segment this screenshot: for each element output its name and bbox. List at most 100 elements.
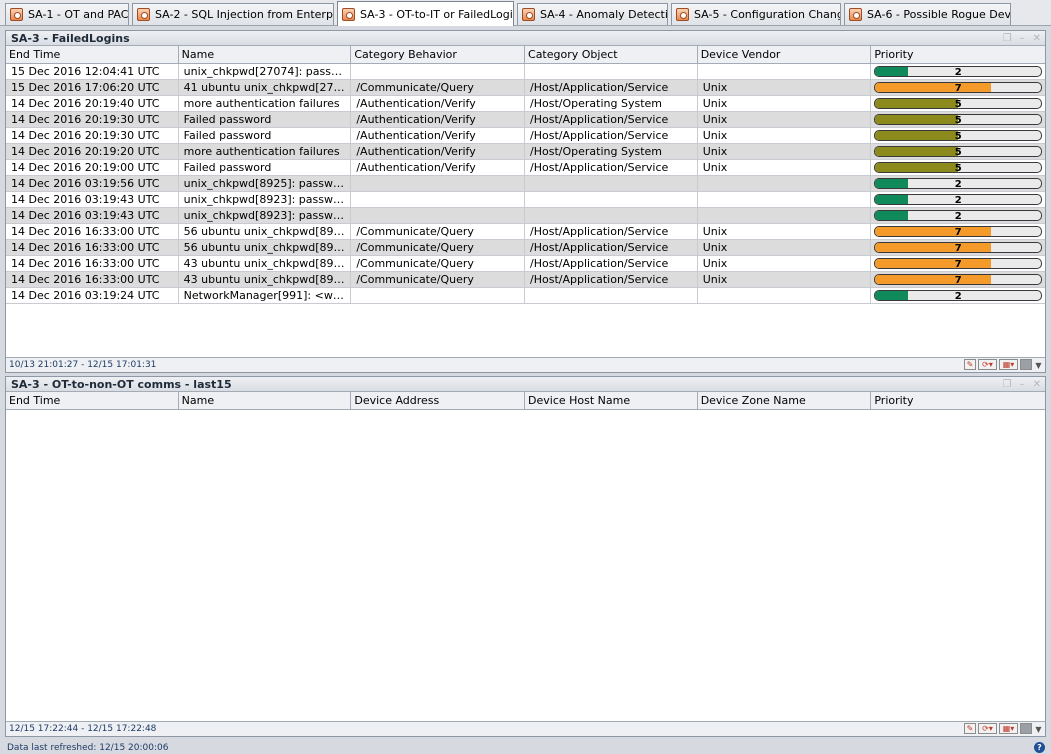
table-cell: 14 Dec 2016 16:33:00 UTC <box>6 224 179 239</box>
priority-bar: 5 <box>874 130 1043 141</box>
chevron-down-icon[interactable]: ▼ <box>1034 723 1043 734</box>
priority-bar: 2 <box>874 194 1043 205</box>
help-icon[interactable]: ? <box>1034 742 1045 753</box>
priority-cell: 2 <box>871 176 1045 191</box>
minimize-icon[interactable]: – <box>1020 31 1025 46</box>
table-cell: more authentication failures <box>179 96 352 111</box>
table-cell: Unix <box>698 128 872 143</box>
table-cell: /Host/Application/Service <box>525 240 698 255</box>
column-header[interactable]: Category Object <box>525 46 698 63</box>
refresh-menu-icon[interactable]: ⟳▾ <box>978 359 997 370</box>
column-header[interactable]: Device Host Name <box>525 392 698 409</box>
priority-cell: 5 <box>871 96 1045 111</box>
priority-value: 2 <box>954 195 962 205</box>
status-bar: Data last refreshed: 12/15 20:00:06 ? <box>0 742 1051 754</box>
table-cell <box>525 192 698 207</box>
minimize-icon[interactable]: – <box>1020 377 1025 392</box>
table-cell: 14 Dec 2016 03:19:43 UTC <box>6 208 179 223</box>
tab-sa-6[interactable]: SA-6 - Possible Rogue Device <box>844 3 1011 25</box>
table-cell: Unix <box>698 80 872 95</box>
table-cell: /Host/Application/Service <box>525 128 698 143</box>
tab-sa-1[interactable]: SA-1 - OT and PACS <box>5 3 129 25</box>
tab-sa-5[interactable]: SA-5 - Configuration Changes <box>671 3 841 25</box>
footer-controls: ✎ ⟳▾ ▦▾ ▼ <box>964 359 1043 370</box>
priority-cell: 7 <box>871 256 1045 271</box>
tab-sa-2[interactable]: SA-2 - SQL Injection from Enterprise <box>132 3 334 25</box>
table-cell: /Host/Application/Service <box>525 80 698 95</box>
table-cell: unix_chkpwd[8923]: password check failed <box>179 208 352 223</box>
priority-cell: 5 <box>871 112 1045 127</box>
table-cell: 14 Dec 2016 20:19:40 UTC <box>6 96 179 111</box>
table-row[interactable]: 14 Dec 2016 16:33:00 UTC 56 ubuntu unix_c… <box>6 224 1045 240</box>
table-cell: Unix <box>698 272 872 287</box>
table-row[interactable]: 14 Dec 2016 16:33:00 UTC 56 ubuntu unix_c… <box>6 240 1045 256</box>
edit-icon[interactable]: ✎ <box>964 359 976 370</box>
column-header[interactable]: Priority <box>871 392 1045 409</box>
table-cell: /Authentication/Verify <box>351 96 526 111</box>
table-row[interactable]: 14 Dec 2016 16:33:00 UTC 43 ubuntu unix_c… <box>6 256 1045 272</box>
dashboard-icon <box>137 8 150 21</box>
table-row[interactable]: 14 Dec 2016 03:19:24 UTC NetworkManager[9… <box>6 288 1045 304</box>
table-row[interactable]: 14 Dec 2016 16:33:00 UTC 43 ubuntu unix_c… <box>6 272 1045 288</box>
table-row[interactable]: 14 Dec 2016 20:19:30 UTC Failed password /… <box>6 112 1045 128</box>
table-cell <box>525 208 698 223</box>
priority-bar: 5 <box>874 98 1043 109</box>
restore-icon[interactable]: ❐ <box>1003 31 1012 46</box>
table-row[interactable]: 14 Dec 2016 03:19:43 UTC unix_chkpwd[8923… <box>6 208 1045 224</box>
settings-icon[interactable] <box>1020 723 1032 734</box>
column-header[interactable]: Device Vendor <box>698 46 872 63</box>
table-cell: /Authentication/Verify <box>351 144 526 159</box>
restore-icon[interactable]: ❐ <box>1003 377 1012 392</box>
priority-cell: 7 <box>871 80 1045 95</box>
column-header[interactable]: Priority <box>871 46 1045 63</box>
table-header: End Time Name Device Address Device Host… <box>6 392 1045 410</box>
column-header[interactable]: Device Zone Name <box>698 392 872 409</box>
column-header[interactable]: Device Address <box>351 392 526 409</box>
table-cell: Unix <box>698 96 872 111</box>
table-cell <box>351 208 526 223</box>
table-row[interactable]: 14 Dec 2016 20:19:40 UTC more authenticat… <box>6 96 1045 112</box>
table-cell <box>698 192 872 207</box>
table-cell: /Communicate/Query <box>351 272 526 287</box>
view-menu-icon[interactable]: ▦▾ <box>999 359 1018 370</box>
table-cell: 14 Dec 2016 03:19:43 UTC <box>6 192 179 207</box>
table-row[interactable]: 15 Dec 2016 17:06:20 UTC 41 ubuntu unix_c… <box>6 80 1045 96</box>
view-menu-icon[interactable]: ▦▾ <box>999 723 1018 734</box>
close-icon[interactable]: ✕ <box>1033 31 1041 46</box>
tab-sa-4[interactable]: SA-4 - Anomaly Detection <box>517 3 668 25</box>
table-cell: /Authentication/Verify <box>351 160 526 175</box>
table-cell <box>525 288 698 303</box>
priority-bar: 2 <box>874 290 1043 301</box>
refresh-menu-icon[interactable]: ⟳▾ <box>978 723 997 734</box>
table-cell: /Host/Application/Service <box>525 256 698 271</box>
table-row[interactable]: 14 Dec 2016 03:19:43 UTC unix_chkpwd[8923… <box>6 192 1045 208</box>
column-header[interactable]: Name <box>179 46 352 63</box>
panel-controls: ❐ – ✕ <box>1003 31 1041 46</box>
table-row[interactable]: 14 Dec 2016 20:19:30 UTC Failed password /… <box>6 128 1045 144</box>
column-header[interactable]: End Time <box>6 46 179 63</box>
chevron-down-icon[interactable]: ▼ <box>1034 359 1043 370</box>
priority-cell: 5 <box>871 144 1045 159</box>
priority-value: 5 <box>954 99 962 109</box>
close-icon[interactable]: ✕ <box>1033 377 1041 392</box>
table-row[interactable]: 14 Dec 2016 03:19:56 UTC unix_chkpwd[8925… <box>6 176 1045 192</box>
priority-bar: 7 <box>874 242 1043 253</box>
panel-controls: ❐ – ✕ <box>1003 377 1041 392</box>
table-row[interactable]: 14 Dec 2016 20:19:20 UTC more authenticat… <box>6 144 1045 160</box>
table-cell: 15 Dec 2016 17:06:20 UTC <box>6 80 179 95</box>
table-row[interactable]: 15 Dec 2016 12:04:41 UTC unix_chkpwd[2707… <box>6 64 1045 80</box>
column-header[interactable]: Category Behavior <box>351 46 526 63</box>
settings-icon[interactable] <box>1020 359 1032 370</box>
tab-label: SA-2 - SQL Injection from Enterprise <box>155 8 334 21</box>
table-cell: more authentication failures <box>179 144 352 159</box>
table-cell: unix_chkpwd[27074]: password check faile… <box>179 64 352 79</box>
table-cell: /Communicate/Query <box>351 80 526 95</box>
table-header: End Time Name Category Behavior Category… <box>6 46 1045 64</box>
tab-sa-3[interactable]: SA-3 - OT-to-IT or FailedLogins <box>337 1 514 26</box>
table-row[interactable]: 14 Dec 2016 20:19:00 UTC Failed password /… <box>6 160 1045 176</box>
dashboard-icon <box>676 8 689 21</box>
priority-bar: 7 <box>874 258 1043 269</box>
column-header[interactable]: Name <box>179 392 352 409</box>
edit-icon[interactable]: ✎ <box>964 723 976 734</box>
column-header[interactable]: End Time <box>6 392 179 409</box>
